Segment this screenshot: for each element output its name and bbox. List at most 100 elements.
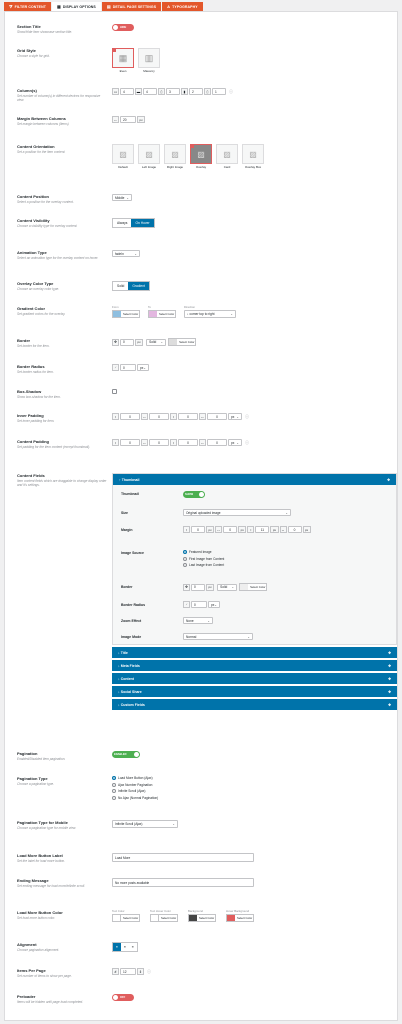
move-icon[interactable]: ✥ (388, 677, 391, 681)
tab-detail-page-settings[interactable]: ▤ DETAIL PAGE SETTINGS (101, 2, 162, 11)
border-style-select[interactable]: Solid ⌄ (146, 338, 167, 346)
image-source-first[interactable]: First Image from Content (183, 556, 224, 561)
visibility-always[interactable]: Always (113, 219, 131, 227)
overlay-gradient[interactable]: Gradient (128, 282, 149, 290)
thumb-border-width[interactable]: 0 (191, 583, 205, 591)
thumbnail-field-header[interactable]: ↑ Thumbnail ✥ (113, 474, 396, 485)
pagination-no-ajax[interactable]: No Ajax (Normal Pagination) (112, 795, 158, 800)
thumb-margin-bottom[interactable]: 11 (255, 526, 270, 533)
social-share-header[interactable]: ↓ Social Share ✥ (112, 686, 397, 697)
animation-type-desc: Select an animation type for the overlay… (17, 256, 99, 260)
border-width-input[interactable]: 0 (120, 338, 134, 346)
help-icon[interactable]: ⓘ (245, 440, 249, 446)
orientation-left-image[interactable]: ▨ Left Image (138, 144, 160, 169)
pagination-toggle[interactable]: ENABLED (112, 751, 140, 758)
inner-padding-right[interactable]: 0 (149, 413, 169, 420)
preloader-toggle[interactable]: OFF (112, 994, 134, 1001)
inner-padding-left[interactable]: 0 (207, 413, 227, 420)
thumb-radius-input[interactable]: 0 (191, 601, 207, 608)
content-padding-unit[interactable]: px ⌄ (228, 439, 242, 446)
load-more-hover-background-color[interactable]: Select Color (226, 914, 254, 922)
pagination-load-more[interactable]: Load More Button (Ajax) (112, 776, 158, 780)
content-padding-left[interactable]: 0 (207, 439, 227, 446)
load-more-background-color[interactable]: Select Color (188, 914, 216, 922)
orientation-default[interactable]: ▨ Default (112, 144, 134, 169)
columns-desktop-input[interactable]: 4 (120, 88, 134, 95)
gradient-from-color[interactable]: Select Color (112, 310, 140, 318)
image-source-last[interactable]: Last Image from Content (183, 563, 224, 567)
orientation-right-image[interactable]: ▨ Right Image (164, 144, 186, 169)
thumb-margin-right[interactable]: 0 (223, 526, 238, 533)
inner-padding-unit[interactable]: px ⌄ (228, 413, 242, 420)
tab-display-options[interactable]: ▦ DISPLAY OPTIONS (51, 2, 101, 11)
move-icon[interactable]: ✥ (388, 664, 391, 668)
orientation-card[interactable]: ▨ Card (216, 144, 238, 169)
move-icon[interactable]: ✥ (388, 703, 391, 707)
inner-padding-top[interactable]: 0 (120, 413, 140, 420)
border-radius-input[interactable]: 0 (120, 364, 136, 371)
help-icon[interactable]: ⓘ (147, 969, 151, 975)
columns-tablet-portrait-input[interactable]: 2 (189, 88, 203, 95)
thumb-margin-top[interactable]: 0 (191, 526, 205, 533)
content-position-select[interactable]: Middle ⌄ (112, 194, 132, 201)
load-more-text-hover-color[interactable]: Select Color (150, 914, 178, 922)
move-icon[interactable]: ✥ (388, 690, 391, 694)
stepper-icon[interactable]: ⇕ (137, 968, 144, 975)
inner-padding-bottom[interactable]: 0 (178, 413, 198, 420)
load-more-text-color[interactable]: Select Color (112, 914, 140, 922)
margin-right-icon: ↔ (215, 526, 223, 533)
load-more-label-input[interactable]: Load More (112, 853, 254, 862)
load-more-color-desc: Set load more button color. (17, 916, 56, 920)
animation-type-label: Animation Type (17, 250, 47, 255)
border-all-icon: ✥ (112, 338, 119, 346)
align-left-button[interactable]: ≡ (113, 943, 121, 951)
thumb-margin-left[interactable]: 0 (287, 526, 302, 533)
tab-filter-content[interactable]: ⧩ FILTER CONTENT (4, 2, 51, 11)
box-shadow-checkbox[interactable] (112, 389, 117, 394)
content-field-header[interactable]: ↓ Content ✥ (112, 673, 397, 684)
tab-typography[interactable]: A TYPOGRAPHY (162, 2, 203, 11)
orientation-overlay-box[interactable]: ▨ Overlay Box (242, 144, 264, 169)
move-icon[interactable]: ✥ (388, 651, 391, 655)
section-title-toggle[interactable]: HIDE (112, 24, 134, 31)
move-icon[interactable]: ✥ (387, 478, 390, 482)
thumb-border-color[interactable]: Select Color (239, 583, 268, 591)
align-right-button[interactable]: ≡ (129, 943, 137, 951)
visibility-on-hover[interactable]: On Hover (131, 219, 154, 227)
content-padding-right[interactable]: 0 (149, 439, 169, 446)
custom-fields-header[interactable]: ↓ Custom Fields ✥ (112, 699, 397, 710)
zoom-effect-select[interactable]: None ⌄ (183, 617, 213, 624)
items-per-page-input[interactable]: 12 (120, 968, 136, 975)
pagination-mobile-select[interactable]: Infinite Scroll (Ajax) ⌄ (112, 820, 178, 828)
meta-fields-header[interactable]: ↓ Meta Fields ✥ (112, 660, 397, 671)
grid-style-even[interactable]: ▦ Even (112, 48, 134, 73)
help-icon[interactable]: ⓘ (245, 414, 249, 420)
image-source-featured[interactable]: Featured Image (183, 550, 224, 554)
pagination-ajax-number[interactable]: Ajax Number Pagination (112, 782, 158, 787)
gradient-direction-select[interactable]: ↓ corner top to right ⌄ (184, 310, 236, 318)
chevron-down-icon: ⌄ (143, 365, 147, 370)
orientation-overlay[interactable]: ▨ Overlay (190, 144, 212, 169)
border-radius-unit[interactable]: px ⌄ (137, 364, 149, 371)
columns-tablet-input[interactable]: 3 (166, 88, 180, 95)
columns-mobile-input[interactable]: 1 (212, 88, 226, 95)
help-icon[interactable]: ⓘ (229, 89, 233, 95)
border-color[interactable]: Select Color (168, 338, 197, 346)
animation-type-select[interactable]: fadeIn ⌄ (112, 250, 140, 257)
overlay-solid[interactable]: Solid (113, 282, 128, 290)
align-center-button[interactable]: ≡ (121, 943, 129, 951)
content-padding-bottom[interactable]: 0 (178, 439, 198, 446)
grid-style-masonry[interactable]: ▥ Masonry (138, 48, 160, 73)
margin-columns-input[interactable]: 20 (120, 116, 136, 123)
thumbnail-toggle[interactable]: SHOW (183, 491, 205, 498)
ending-message-input[interactable]: No more posts available (112, 878, 254, 887)
thumb-radius-unit[interactable]: px ⌄ (208, 601, 220, 608)
image-mode-select[interactable]: Normal ⌄ (183, 633, 253, 640)
content-padding-top[interactable]: 0 (120, 439, 140, 446)
gradient-to-color[interactable]: Select Color (148, 310, 176, 318)
columns-laptop-input[interactable]: 4 (143, 88, 157, 95)
thumbnail-size-select[interactable]: Original uploaded image ⌄ (183, 509, 291, 516)
thumb-border-style[interactable]: Solid ⌄ (217, 583, 238, 591)
title-field-header[interactable]: ↓ Title ✥ (112, 647, 397, 658)
pagination-infinite[interactable]: Infinite Scroll (Ajax) (112, 789, 158, 793)
